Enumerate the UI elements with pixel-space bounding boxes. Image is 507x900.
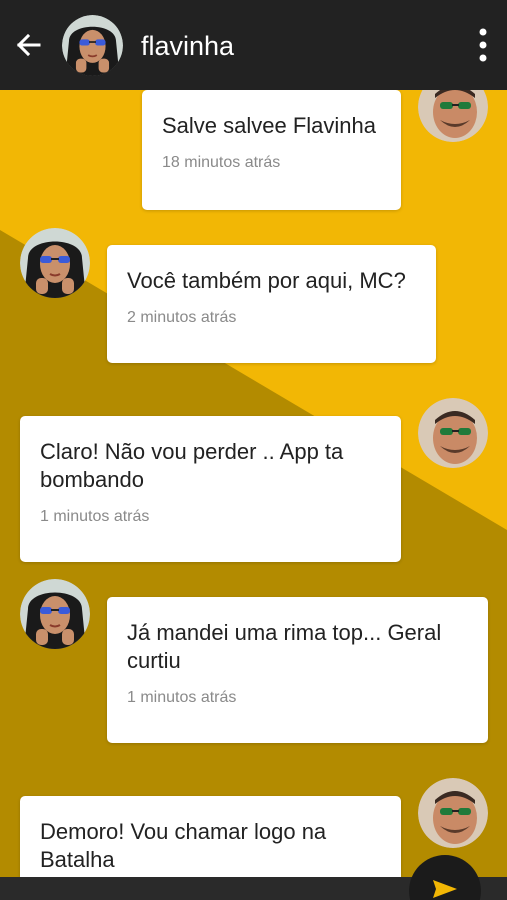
contact-name[interactable]: flavinha	[141, 28, 234, 64]
message-timestamp: 1 minutos atrás	[40, 508, 150, 525]
message-text: Já mandei uma rima top... Geral curtiu	[127, 620, 442, 673]
my-avatar[interactable]	[418, 398, 488, 468]
overflow-menu-button[interactable]	[468, 25, 498, 65]
message-text: Demoro! Vou chamar logo na Batalha	[40, 819, 327, 872]
woman-with-sunglasses-avatar	[20, 228, 90, 298]
send-icon	[433, 880, 457, 898]
woman-with-sunglasses-avatar	[62, 15, 123, 76]
message-timestamp: 18 minutos atrás	[162, 154, 281, 171]
arrow-left-icon	[16, 33, 41, 57]
back-button[interactable]	[10, 25, 46, 65]
contact-message-avatar[interactable]	[20, 228, 90, 298]
message-bubble[interactable]: Você também por aqui, MC? 2 minutos atrá…	[107, 245, 436, 363]
message-text: Você também por aqui, MC?	[127, 268, 406, 293]
message-bubble[interactable]: Claro! Não vou perder .. App ta bombando…	[20, 416, 401, 562]
woman-with-sunglasses-avatar	[20, 579, 90, 649]
message-bubble[interactable]: Já mandei uma rima top... Geral curtiu 1…	[107, 597, 488, 743]
app-bar: flavinha	[0, 0, 507, 90]
message-timestamp: 2 minutos atrás	[127, 309, 237, 326]
chat-screen: flavinha Salve salvee Flavinha 18 minuto…	[0, 0, 507, 900]
message-bubble[interactable]: Salve salvee Flavinha 18 minutos atrás	[142, 90, 401, 210]
message-text: Claro! Não vou perder .. App ta bombando	[40, 439, 344, 492]
man-with-sunglasses-avatar	[418, 398, 488, 468]
my-avatar[interactable]	[418, 778, 488, 848]
contact-message-avatar[interactable]	[20, 579, 90, 649]
message-text: Salve salvee Flavinha	[162, 113, 377, 138]
man-with-sunglasses-avatar	[418, 778, 488, 848]
message-timestamp: 1 minutos atrás	[127, 689, 237, 706]
more-vertical-icon	[479, 28, 487, 62]
contact-avatar[interactable]	[62, 15, 123, 76]
